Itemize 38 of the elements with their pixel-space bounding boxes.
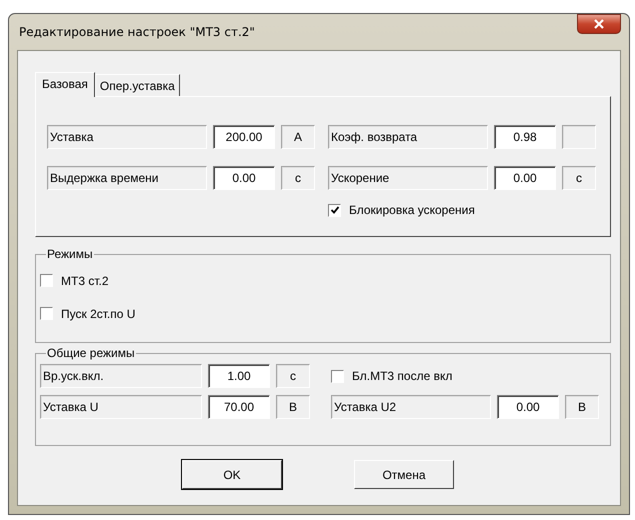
field-label: Уставка — [47, 125, 207, 149]
unit-label: с — [562, 166, 596, 190]
field-label: Выдержка времени — [47, 166, 207, 190]
window-title: Редактирование настроек "МТ3 ст.2" — [18, 25, 255, 39]
field-label: Вр.уск.вкл. — [40, 364, 202, 388]
input-field[interactable]: 0.98 — [494, 125, 556, 149]
unit-label: А — [281, 125, 315, 149]
tab[interactable]: Базовая — [35, 72, 95, 97]
checkbox-label[interactable]: Пуск 2ст.по U — [61, 306, 136, 320]
input-field[interactable]: 0.00 — [213, 166, 275, 190]
unit-label: с — [276, 364, 310, 388]
field-label: Уставка U — [40, 395, 202, 419]
checkbox-label[interactable]: МТ3 ст.2 — [61, 274, 109, 288]
field-label: Ускорение — [328, 166, 488, 190]
checkbox-label[interactable]: Блокировка ускорения — [349, 203, 475, 217]
checkbox[interactable] — [331, 370, 344, 382]
field-label: Уставка U2 — [331, 395, 491, 419]
group-title: Общие режимы — [46, 346, 136, 360]
tab[interactable]: Опер.уставка — [94, 74, 180, 96]
input-field[interactable]: 70.00 — [208, 395, 270, 419]
unit-label: В — [565, 395, 599, 419]
close-icon — [593, 18, 605, 28]
input-field[interactable]: 1.00 — [208, 364, 270, 388]
unit-label — [562, 125, 596, 149]
checkbox[interactable] — [328, 204, 341, 216]
dialog-button[interactable]: OK — [182, 460, 282, 489]
close-button[interactable] — [577, 14, 621, 34]
unit-label: с — [281, 166, 315, 190]
unit-label: В — [276, 395, 310, 419]
checkbox[interactable] — [40, 274, 53, 287]
dialog-button[interactable]: Отмена — [354, 460, 454, 489]
group-title: Режимы — [46, 247, 94, 261]
checkbox-label[interactable]: Бл.МТ3 после вкл — [352, 369, 452, 383]
input-field[interactable]: 0.00 — [497, 395, 559, 419]
input-field[interactable]: 200.00 — [213, 125, 275, 149]
checkbox[interactable] — [40, 307, 53, 320]
input-field[interactable]: 0.00 — [494, 166, 556, 190]
field-label: Коэф. возврата — [328, 125, 488, 149]
